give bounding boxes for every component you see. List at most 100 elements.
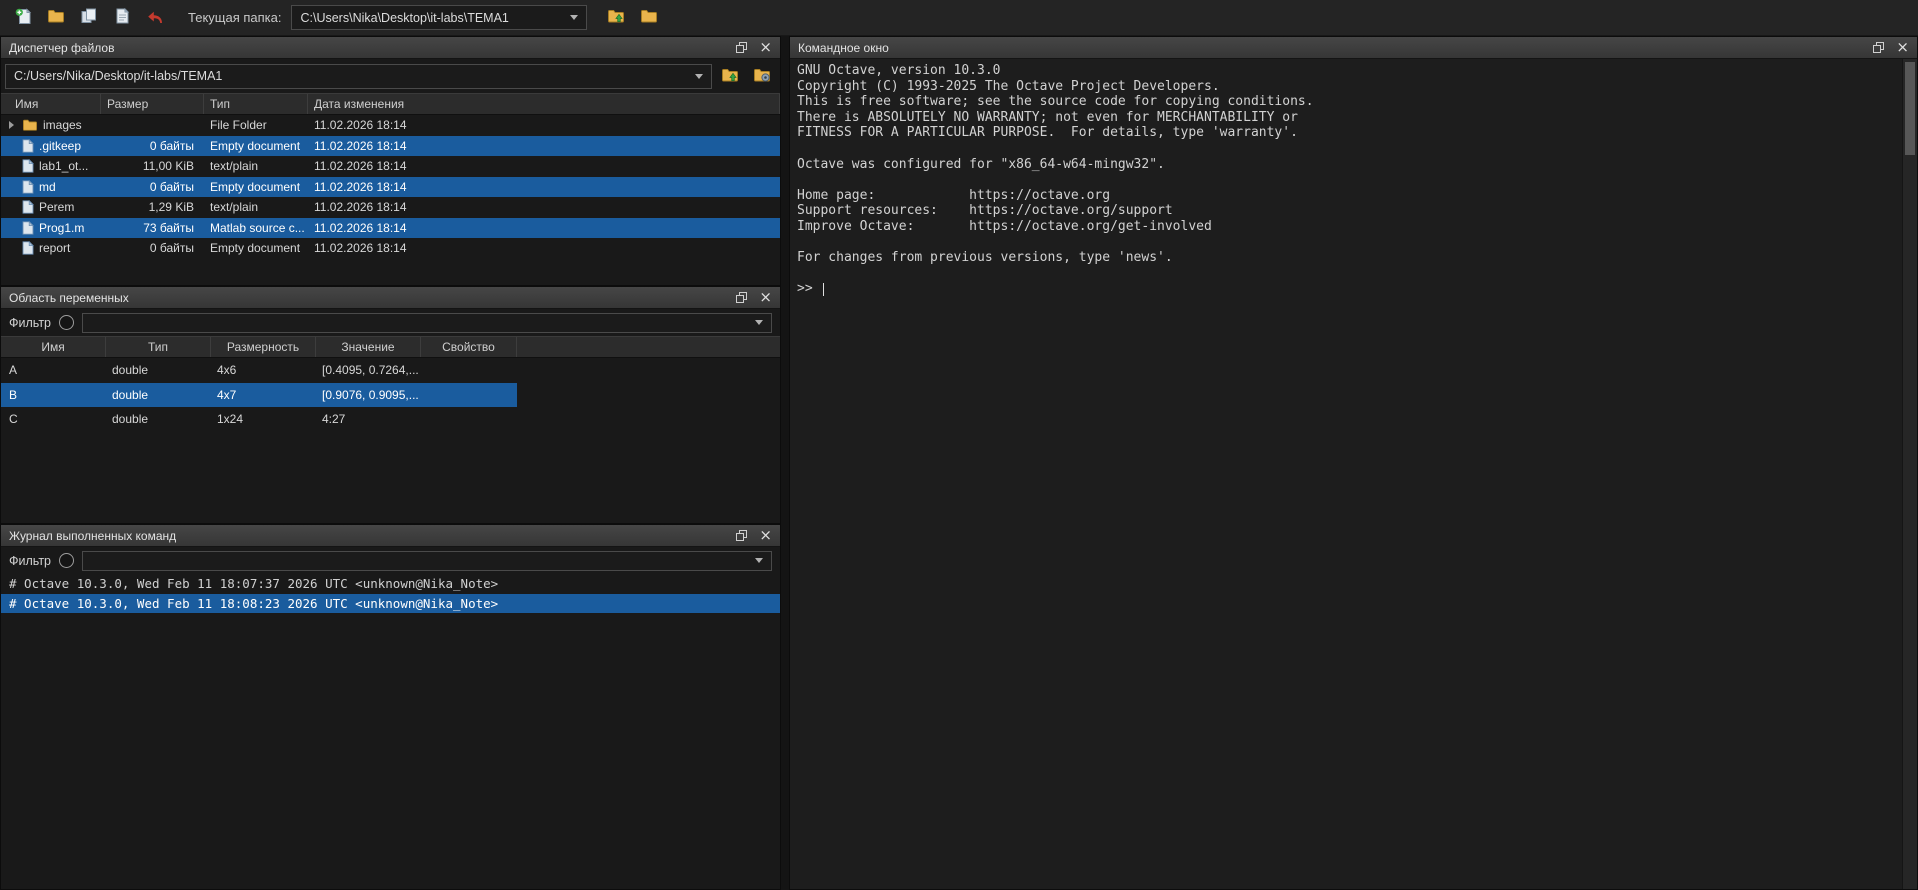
new-script-button[interactable] bbox=[8, 4, 38, 32]
new-document-icon bbox=[15, 8, 32, 28]
fm-path-combobox[interactable]: C:/Users/Nika/Desktop/it-labs/TEMA1 bbox=[5, 64, 712, 89]
panel-title: Диспетчер файлов bbox=[9, 41, 114, 55]
history-entry[interactable]: # Octave 10.3.0, Wed Feb 11 18:08:23 202… bbox=[1, 594, 780, 614]
file-manager-panel: Диспетчер файлов × C:/Users/Nika/Desktop… bbox=[0, 36, 781, 286]
variable-dimension: 4x6 bbox=[211, 363, 316, 377]
column-header[interactable]: Дата изменения bbox=[308, 94, 780, 114]
file-row[interactable]: imagesFile Folder11.02.2026 18:14 bbox=[1, 115, 780, 136]
command-history-titlebar[interactable]: Журнал выполненных команд × bbox=[1, 525, 780, 547]
column-header[interactable]: Тип bbox=[204, 94, 308, 114]
variable-row[interactable]: Cdouble1x244:27 bbox=[1, 407, 517, 432]
undock-icon[interactable] bbox=[1873, 42, 1884, 53]
close-icon[interactable]: × bbox=[1896, 40, 1909, 55]
workspace-titlebar[interactable]: Область переменных × bbox=[1, 287, 780, 309]
column-header[interactable]: Тип bbox=[106, 337, 211, 357]
undock-icon[interactable] bbox=[736, 530, 747, 541]
file-size: 11,00 KiB bbox=[101, 159, 204, 173]
undock-icon[interactable] bbox=[736, 292, 747, 303]
panel-title: Командное окно bbox=[798, 41, 889, 55]
file-row[interactable]: Perem1,29 KiBtext/plain11.02.2026 18:14 bbox=[1, 197, 780, 218]
file-date: 11.02.2026 18:14 bbox=[308, 159, 780, 173]
history-entry[interactable]: # Octave 10.3.0, Wed Feb 11 18:07:37 202… bbox=[1, 574, 780, 594]
file-icon bbox=[22, 221, 34, 235]
workspace-panel: Область переменных × Фильтр ИмяТипРазмер… bbox=[0, 286, 781, 524]
undock-icon[interactable] bbox=[736, 42, 747, 53]
folder-actions-button[interactable] bbox=[748, 63, 776, 89]
column-header[interactable]: Имя bbox=[1, 337, 106, 357]
vertical-scrollbar[interactable] bbox=[1902, 59, 1917, 889]
file-name-label: Prog1.m bbox=[39, 221, 84, 235]
toolbar-left-buttons bbox=[8, 4, 170, 32]
copy-button[interactable] bbox=[74, 4, 104, 32]
current-folder-value: C:\Users\Nika\Desktop\it-labs\TEMA1 bbox=[300, 11, 508, 25]
folder-up-icon bbox=[607, 8, 625, 27]
close-icon[interactable]: × bbox=[759, 290, 772, 305]
variable-type: double bbox=[106, 363, 211, 377]
filter-checkbox[interactable] bbox=[59, 553, 74, 568]
file-size: 0 байты bbox=[101, 139, 204, 153]
folder-up-button[interactable] bbox=[601, 4, 631, 32]
file-row[interactable]: .gitkeep0 байтыEmpty document11.02.2026 … bbox=[1, 136, 780, 157]
variable-type: double bbox=[106, 412, 211, 426]
file-type: Matlab source c... bbox=[204, 221, 308, 235]
browse-folder-button[interactable] bbox=[634, 4, 664, 32]
column-header[interactable]: Имя bbox=[1, 94, 101, 114]
column-header[interactable]: Свойство bbox=[421, 337, 517, 357]
file-row[interactable]: report0 байтыEmpty document11.02.2026 18… bbox=[1, 238, 780, 259]
text-cursor bbox=[823, 283, 824, 296]
current-folder-combobox[interactable]: C:\Users\Nika\Desktop\it-labs\TEMA1 bbox=[291, 5, 587, 30]
undo-button[interactable] bbox=[140, 4, 170, 32]
file-name-label: Perem bbox=[39, 200, 74, 214]
file-name-cell: lab1_ot... bbox=[1, 159, 101, 173]
file-manager-titlebar[interactable]: Диспетчер файлов × bbox=[1, 37, 780, 59]
file-name-label: images bbox=[43, 118, 82, 132]
filter-checkbox[interactable] bbox=[59, 315, 74, 330]
column-header[interactable]: Размер bbox=[101, 94, 204, 114]
column-header[interactable]: Размерность bbox=[211, 337, 316, 357]
scrollbar-thumb[interactable] bbox=[1905, 62, 1915, 155]
file-name-cell: Prog1.m bbox=[1, 221, 101, 235]
chevron-down-icon bbox=[755, 558, 763, 563]
file-name-label: lab1_ot... bbox=[39, 159, 88, 173]
variable-type: double bbox=[106, 388, 211, 402]
file-name-label: .gitkeep bbox=[39, 139, 81, 153]
expander-icon[interactable] bbox=[5, 121, 17, 129]
variable-value: [0.9076, 0.9095,... bbox=[316, 388, 421, 402]
chevron-down-icon bbox=[695, 74, 703, 79]
column-header[interactable]: Значение bbox=[316, 337, 421, 357]
open-button[interactable] bbox=[41, 4, 71, 32]
file-date: 11.02.2026 18:14 bbox=[308, 180, 780, 194]
paste-button[interactable] bbox=[107, 4, 137, 32]
workspace-filter-row: Фильтр bbox=[1, 309, 780, 336]
variable-row[interactable]: Adouble4x6[0.4095, 0.7264,... bbox=[1, 358, 517, 383]
filter-label: Фильтр bbox=[9, 554, 51, 568]
open-folder-icon bbox=[47, 8, 65, 27]
file-size: 0 байты bbox=[101, 241, 204, 255]
file-manager-path-row: C:/Users/Nika/Desktop/it-labs/TEMA1 bbox=[1, 59, 780, 93]
folder-up-button[interactable] bbox=[716, 63, 744, 89]
file-type: text/plain bbox=[204, 159, 308, 173]
command-window-panel: Командное окно × GNU Octave, version 10.… bbox=[789, 36, 1918, 890]
chevron-down-icon bbox=[755, 320, 763, 325]
copy-icon bbox=[81, 8, 97, 27]
command-window-output[interactable]: GNU Octave, version 10.3.0 Copyright (C)… bbox=[790, 59, 1917, 297]
file-row[interactable]: lab1_ot... 11,00 KiBtext/plain11.02.2026 … bbox=[1, 156, 780, 177]
file-row[interactable]: md0 байтыEmpty document11.02.2026 18:14 bbox=[1, 177, 780, 198]
file-icon bbox=[22, 159, 34, 173]
folder-icon bbox=[640, 8, 658, 27]
command-window-body: GNU Octave, version 10.3.0 Copyright (C)… bbox=[790, 59, 1917, 889]
folder-icon bbox=[22, 118, 38, 132]
variable-row[interactable]: Bdouble4x7[0.9076, 0.9095,... bbox=[1, 383, 517, 408]
workspace-filter-combobox[interactable] bbox=[82, 313, 772, 333]
undo-icon bbox=[146, 8, 165, 28]
history-filter-combobox[interactable] bbox=[82, 551, 772, 571]
command-window-titlebar[interactable]: Командное окно × bbox=[790, 37, 1917, 59]
command-history-body: Фильтр # Octave 10.3.0, Wed Feb 11 18:07… bbox=[1, 547, 780, 889]
variable-name: B bbox=[1, 388, 106, 402]
file-row[interactable]: Prog1.m73 байтыMatlab source c...11.02.2… bbox=[1, 218, 780, 239]
variable-value: [0.4095, 0.7264,... bbox=[316, 363, 421, 377]
paste-icon bbox=[115, 8, 130, 27]
close-icon[interactable]: × bbox=[759, 528, 772, 543]
file-name-cell: report bbox=[1, 241, 101, 255]
close-icon[interactable]: × bbox=[759, 40, 772, 55]
